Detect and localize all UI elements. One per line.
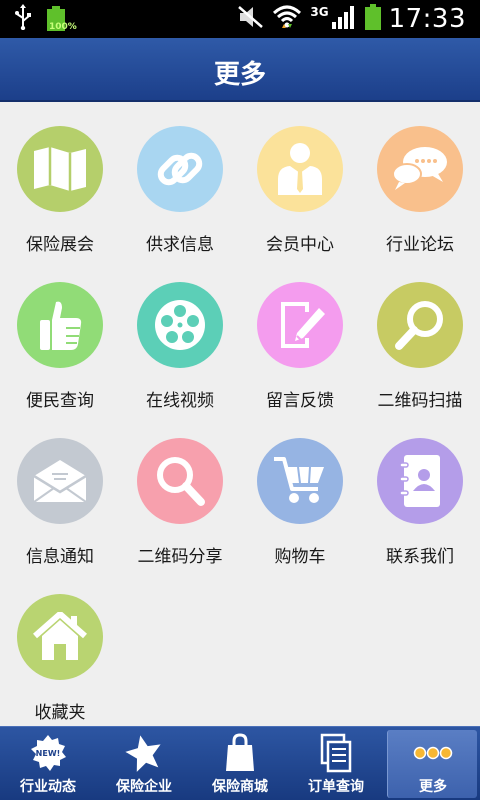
usb-icon: [14, 4, 32, 34]
grid-item-forum[interactable]: 行业论坛: [360, 104, 480, 260]
grid-item-label: 联系我们: [386, 547, 454, 567]
tab-industry-news[interactable]: NEW! 行业动态: [0, 727, 96, 800]
wifi-icon: [272, 4, 302, 34]
tab-order-query[interactable]: 订单查询: [288, 727, 384, 800]
magnifier-icon: [137, 438, 223, 524]
grid-item-online-video[interactable]: 在线视频: [120, 260, 240, 416]
grid-item-label: 便民查询: [26, 391, 94, 411]
shopping-bag-icon: [220, 733, 260, 773]
tab-insurance-mall[interactable]: 保险商城: [192, 727, 288, 800]
magnifier-icon: [377, 282, 463, 368]
mail-icon: [17, 438, 103, 524]
grid-item-label: 行业论坛: [386, 235, 454, 255]
tab-label: 更多: [419, 779, 447, 795]
grid-item-label: 购物车: [274, 547, 326, 567]
grid-item-exhibition[interactable]: 保险展会: [0, 104, 120, 260]
cart-icon: [257, 438, 343, 524]
grid-item-label: 信息通知: [26, 547, 94, 567]
tab-label: 行业动态: [20, 779, 76, 795]
thumbs-up-icon: [17, 282, 103, 368]
contacts-icon: [377, 438, 463, 524]
tab-label: 订单查询: [308, 779, 364, 795]
grid-item-label: 二维码扫描: [377, 391, 463, 411]
signal-icon: [331, 5, 357, 33]
grid-item-qr-scan[interactable]: 二维码扫描: [360, 260, 480, 416]
grid-item-label: 供求信息: [146, 235, 214, 255]
grid-item-qr-share[interactable]: 二维码分享: [120, 416, 240, 572]
grid-item-supply-demand[interactable]: 供求信息: [120, 104, 240, 260]
film-reel-icon: [137, 282, 223, 368]
grid-item-convenience-query[interactable]: 便民查询: [0, 260, 120, 416]
member-icon: [257, 126, 343, 212]
documents-icon: [316, 733, 356, 773]
home-icon: [17, 594, 103, 680]
grid-item-label: 会员中心: [266, 235, 334, 255]
grid-item-feedback[interactable]: 留言反馈: [240, 260, 360, 416]
edit-icon: [257, 282, 343, 368]
chat-icon: [377, 126, 463, 212]
grid-item-notifications[interactable]: 信息通知: [0, 416, 120, 572]
network-type: 3G: [310, 5, 329, 19]
mute-icon: [238, 5, 264, 33]
more-dots-icon: [413, 733, 453, 773]
battery-percent: 100%: [49, 22, 77, 32]
tab-insurance-companies[interactable]: 保险企业: [96, 727, 192, 800]
feature-grid: 保险展会 供求信息 会员中心 行业论坛 便民查询 在线视频 留言反馈 二维码扫描…: [0, 104, 480, 726]
link-icon: [137, 126, 223, 212]
tab-label: 保险商城: [212, 779, 268, 795]
grid-item-label: 保险展会: [26, 235, 94, 255]
tab-label: 保险企业: [116, 779, 172, 795]
clock: 17:33: [388, 4, 466, 34]
battery-icon: [364, 4, 381, 34]
status-right: 3G 17:33: [238, 0, 466, 38]
grid-item-label: 收藏夹: [34, 703, 86, 723]
title-bar: 更多: [0, 38, 480, 102]
grid-item-cart[interactable]: 购物车: [240, 416, 360, 572]
star-icon: [124, 733, 164, 773]
grid-item-label: 在线视频: [146, 391, 214, 411]
tab-more[interactable]: 更多: [387, 730, 477, 798]
grid-item-contact-us[interactable]: 联系我们: [360, 416, 480, 572]
grid-item-favorites[interactable]: 收藏夹: [0, 572, 120, 728]
page-title: 更多: [213, 60, 266, 90]
news-badge-icon: NEW!: [28, 733, 68, 773]
grid-item-member-center[interactable]: 会员中心: [240, 104, 360, 260]
status-bar: 100% 3G 17:33: [0, 0, 480, 38]
grid-item-label: 留言反馈: [266, 391, 334, 411]
svg-text:NEW!: NEW!: [36, 749, 61, 758]
map-icon: [17, 126, 103, 212]
grid-item-label: 二维码分享: [137, 547, 223, 567]
bottom-nav: NEW! 行业动态 保险企业 保险商城 订单查询 更多: [0, 726, 480, 800]
